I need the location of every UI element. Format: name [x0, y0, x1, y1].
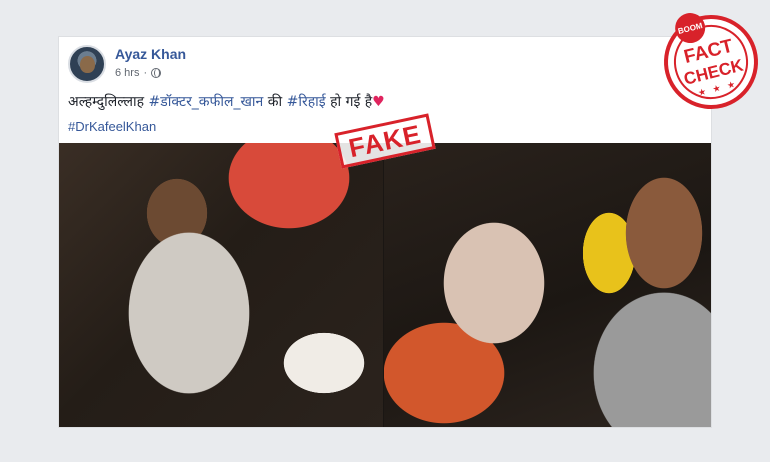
- heart-icon: ♥: [372, 94, 385, 110]
- photo-right-embrace: [384, 143, 711, 427]
- post-text-prefix: अल्हम्दुलिल्लाह: [68, 94, 149, 110]
- post-text: अल्हम्दुलिल्लाह #डॉक्टर_कफील_खान की #रिह…: [68, 92, 385, 111]
- post-photo-collage[interactable]: [59, 143, 711, 427]
- globe-icon[interactable]: [151, 68, 162, 78]
- post-timestamp[interactable]: 6 hrs: [115, 67, 139, 79]
- post-meta: 6 hrs ·: [115, 67, 162, 79]
- hashtag-drkafeelkhan[interactable]: #DrKafeelKhan: [68, 119, 156, 134]
- facebook-post-card: Ayaz Khan 6 hrs · अल्हम्दुलिल्लाह #डॉक्ट…: [58, 36, 712, 428]
- hashtag-rihai[interactable]: #रिहाई: [287, 94, 326, 110]
- hashtag-dr-kafeel-khan-hindi[interactable]: #डॉक्टर_कफील_खान: [149, 94, 264, 110]
- post-text-suffix: हो गई है: [325, 94, 373, 110]
- meta-separator: ·: [143, 67, 148, 79]
- photo-left-crowd: [59, 143, 383, 427]
- author-name[interactable]: Ayaz Khan: [115, 46, 186, 62]
- post-text-mid: की: [263, 94, 287, 110]
- author-avatar[interactable]: [68, 45, 106, 83]
